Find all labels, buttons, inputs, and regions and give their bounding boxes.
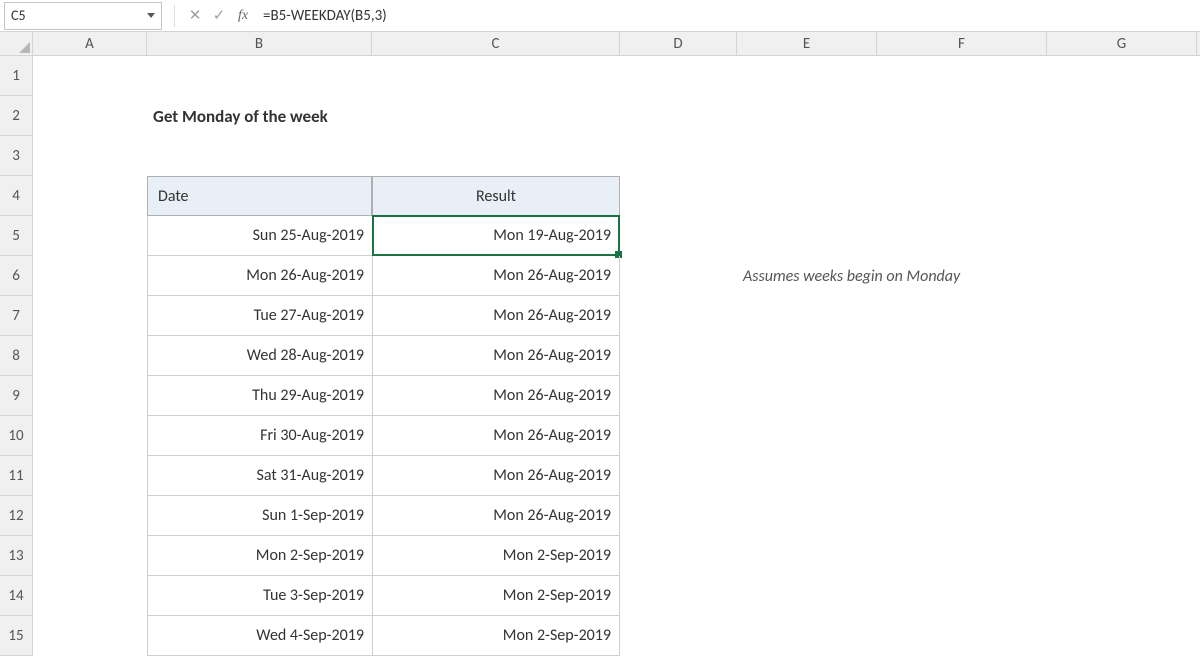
cell-A10[interactable] bbox=[33, 416, 147, 456]
name-box-value: C5 bbox=[11, 7, 147, 24]
cell-C5[interactable]: Mon 19-Aug-2019 bbox=[372, 216, 620, 256]
column-headers: A B C D E F G bbox=[33, 32, 1200, 56]
cell-A15[interactable] bbox=[33, 616, 147, 656]
cell-C12[interactable]: Mon 26-Aug-2019 bbox=[372, 496, 620, 536]
cell-A5[interactable] bbox=[33, 216, 147, 256]
cell-B5[interactable]: Sun 25-Aug-2019 bbox=[147, 216, 372, 256]
cell-B9[interactable]: Thu 29-Aug-2019 bbox=[147, 376, 372, 416]
row-header-10[interactable]: 10 bbox=[0, 416, 33, 456]
row-header-1[interactable]: 1 bbox=[0, 56, 33, 96]
row-header-6[interactable]: 6 bbox=[0, 256, 33, 296]
cell-A12[interactable] bbox=[33, 496, 147, 536]
cell-B10[interactable]: Fri 30-Aug-2019 bbox=[147, 416, 372, 456]
cell-C9[interactable]: Mon 26-Aug-2019 bbox=[372, 376, 620, 416]
cell-B15[interactable]: Wed 4-Sep-2019 bbox=[147, 616, 372, 656]
cell-C15[interactable]: Mon 2-Sep-2019 bbox=[372, 616, 620, 656]
cell-C14[interactable]: Mon 2-Sep-2019 bbox=[372, 576, 620, 616]
cancel-icon[interactable]: ✕ bbox=[183, 6, 207, 25]
cell-A3[interactable] bbox=[33, 136, 147, 176]
enter-icon[interactable]: ✓ bbox=[207, 6, 231, 25]
cell-B13[interactable]: Mon 2-Sep-2019 bbox=[147, 536, 372, 576]
cell-A9[interactable] bbox=[33, 376, 147, 416]
cell-C6[interactable]: Mon 26-Aug-2019 bbox=[372, 256, 620, 296]
fx-icon[interactable]: fx bbox=[231, 8, 255, 24]
cell-B12[interactable]: Sun 1-Sep-2019 bbox=[147, 496, 372, 536]
cell-C11[interactable]: Mon 26-Aug-2019 bbox=[372, 456, 620, 496]
cell-C8[interactable]: Mon 26-Aug-2019 bbox=[372, 336, 620, 376]
cell-A4[interactable] bbox=[33, 176, 147, 216]
cell-D6[interactable] bbox=[620, 256, 737, 296]
cell-A2[interactable] bbox=[33, 96, 147, 136]
cell-A1[interactable] bbox=[33, 56, 147, 96]
name-box[interactable]: C5 bbox=[4, 2, 162, 30]
cell-B4-header[interactable]: Date bbox=[147, 176, 372, 216]
row-header-14[interactable]: 14 bbox=[0, 576, 33, 616]
cell-B7[interactable]: Tue 27-Aug-2019 bbox=[147, 296, 372, 336]
col-header-E[interactable]: E bbox=[737, 32, 877, 55]
col-header-B[interactable]: B bbox=[147, 32, 372, 55]
divider bbox=[174, 5, 175, 27]
cell-A8[interactable] bbox=[33, 336, 147, 376]
row-header-13[interactable]: 13 bbox=[0, 536, 33, 576]
cell-A13[interactable] bbox=[33, 536, 147, 576]
row-header-12[interactable]: 12 bbox=[0, 496, 33, 536]
row-header-11[interactable]: 11 bbox=[0, 456, 33, 496]
cell-A6[interactable] bbox=[33, 256, 147, 296]
col-header-A[interactable]: A bbox=[33, 32, 147, 55]
cell-B8[interactable]: Wed 28-Aug-2019 bbox=[147, 336, 372, 376]
cell-B14[interactable]: Tue 3-Sep-2019 bbox=[147, 576, 372, 616]
col-header-G[interactable]: G bbox=[1047, 32, 1197, 55]
spreadsheet-grid: A B C D E F G 1 2 Get Monday of the week… bbox=[0, 32, 1200, 656]
col-header-F[interactable]: F bbox=[877, 32, 1047, 55]
row-header-7[interactable]: 7 bbox=[0, 296, 33, 336]
cell-A7[interactable] bbox=[33, 296, 147, 336]
formula-bar: C5 ✕ ✓ fx =B5-WEEKDAY(B5,3) bbox=[0, 0, 1200, 32]
cell-C4-header[interactable]: Result bbox=[372, 176, 620, 216]
row-header-15[interactable]: 15 bbox=[0, 616, 33, 656]
cell-B6[interactable]: Mon 26-Aug-2019 bbox=[147, 256, 372, 296]
cell-C10[interactable]: Mon 26-Aug-2019 bbox=[372, 416, 620, 456]
cell-C13[interactable]: Mon 2-Sep-2019 bbox=[372, 536, 620, 576]
cell-C7[interactable]: Mon 26-Aug-2019 bbox=[372, 296, 620, 336]
col-header-D[interactable]: D bbox=[620, 32, 737, 55]
row-header-9[interactable]: 9 bbox=[0, 376, 33, 416]
chevron-down-icon[interactable] bbox=[147, 13, 155, 18]
cell-A14[interactable] bbox=[33, 576, 147, 616]
cell-B11[interactable]: Sat 31-Aug-2019 bbox=[147, 456, 372, 496]
select-all-corner[interactable] bbox=[0, 32, 33, 56]
cell-A11[interactable] bbox=[33, 456, 147, 496]
cell-B2-title[interactable]: Get Monday of the week bbox=[147, 96, 334, 136]
row-header-5[interactable]: 5 bbox=[0, 216, 33, 256]
row-header-2[interactable]: 2 bbox=[0, 96, 33, 136]
cell-E6-note[interactable]: Assumes weeks begin on Monday bbox=[737, 256, 966, 296]
row-header-8[interactable]: 8 bbox=[0, 336, 33, 376]
row-header-3[interactable]: 3 bbox=[0, 136, 33, 176]
row-header-4[interactable]: 4 bbox=[0, 176, 33, 216]
col-header-C[interactable]: C bbox=[372, 32, 620, 55]
formula-input[interactable]: =B5-WEEKDAY(B5,3) bbox=[255, 7, 1200, 25]
